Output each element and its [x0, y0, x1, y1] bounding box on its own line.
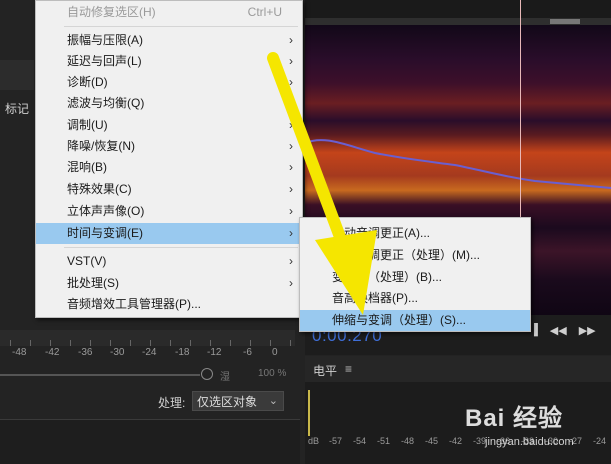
meter-label: -24 [142, 347, 157, 358]
level-panel-title: 电平 [313, 364, 338, 378]
menu-item-auto-heal[interactable]: 自动修复选区(H) Ctrl+U [36, 2, 302, 23]
menu-item-label: 滤波与均衡(Q) [67, 96, 145, 110]
process-scope-select[interactable]: 仅选区对象 ⌄ [192, 391, 284, 411]
process-label: 处理: [158, 396, 186, 410]
menu-item-label: 调制(U) [67, 118, 108, 132]
mix-wet-label: 湿 [220, 372, 230, 383]
meter-label: -36 [78, 347, 93, 358]
skip-to-start-icon[interactable]: ▐ [530, 324, 538, 342]
chevron-down-icon: ⌄ [268, 395, 278, 407]
meter-label: -6 [243, 347, 252, 358]
db-label: -42 [449, 436, 463, 446]
mix-slider-knob[interactable] [201, 368, 213, 380]
mix-slider[interactable] [0, 374, 200, 376]
menu-item-label: 延迟与回声(L) [67, 54, 142, 68]
track-header-strip [0, 60, 34, 90]
scrollbar-thumb[interactable] [550, 19, 580, 24]
db-label: -45 [425, 436, 439, 446]
markers-tab[interactable]: 标记 [0, 98, 34, 120]
db-label: -57 [329, 436, 343, 446]
level-meter-bar [308, 390, 310, 436]
menu-item-label: VST(V) [67, 254, 107, 268]
transport-controls: ▐ ◀◀ ▶▶ [530, 324, 611, 342]
menu-item-label: 批处理(S) [67, 276, 119, 290]
mix-percent-value: 100 % [258, 368, 287, 379]
horizontal-scrollbar[interactable] [305, 18, 611, 25]
meter-label: -48 [12, 347, 27, 358]
fast-forward-icon[interactable]: ▶▶ [579, 324, 596, 342]
menu-item-label: 自动修复选区(H) [67, 5, 156, 19]
menu-item-label: 音频增效工具管理器(P)... [67, 297, 201, 311]
baidu-watermark: Bai 经验 jingyan.baidu.com [465, 398, 611, 464]
menu-item-shortcut: Ctrl+U [247, 5, 282, 19]
watermark-logo-text: Bai 经验 [465, 405, 564, 432]
menu-item-label: 诊断(D) [67, 75, 108, 89]
meter-label: 0 [272, 347, 278, 358]
menu-item-label: 降噪/恢复(N) [67, 139, 135, 153]
rewind-icon[interactable]: ◀◀ [550, 324, 567, 342]
meter-scale-labels: -48 -42 -36 -30 -24 -18 -12 -6 0 [0, 347, 300, 361]
annotation-arrow-icon [267, 52, 377, 315]
left-bottom-panel [0, 420, 300, 464]
meter-ruler [0, 330, 295, 346]
meter-label: -30 [110, 347, 125, 358]
menu-item-label: 振幅与压限(A) [67, 33, 143, 47]
process-scope-value: 仅选区对象 [197, 394, 258, 409]
timeline-header [305, 0, 611, 19]
menu-item-label: 立体声声像(O) [67, 204, 145, 218]
db-label: dB [308, 436, 320, 446]
meter-label: -42 [45, 347, 60, 358]
meter-label: -18 [175, 347, 190, 358]
db-label: -51 [377, 436, 391, 446]
db-label: -54 [353, 436, 367, 446]
meter-label: -12 [207, 347, 222, 358]
panel-menu-icon[interactable]: ≡ [345, 362, 352, 376]
menu-item-label: 特殊效果(C) [67, 182, 132, 196]
menu-separator [64, 26, 298, 27]
mix-slider-row: 湿 100 % [0, 364, 295, 386]
menu-item-label: 混响(B) [67, 160, 107, 174]
watermark-url: jingyan.baidu.com [485, 436, 574, 448]
menu-item-label: 时间与变调(E) [67, 226, 143, 240]
db-label: -48 [401, 436, 415, 446]
